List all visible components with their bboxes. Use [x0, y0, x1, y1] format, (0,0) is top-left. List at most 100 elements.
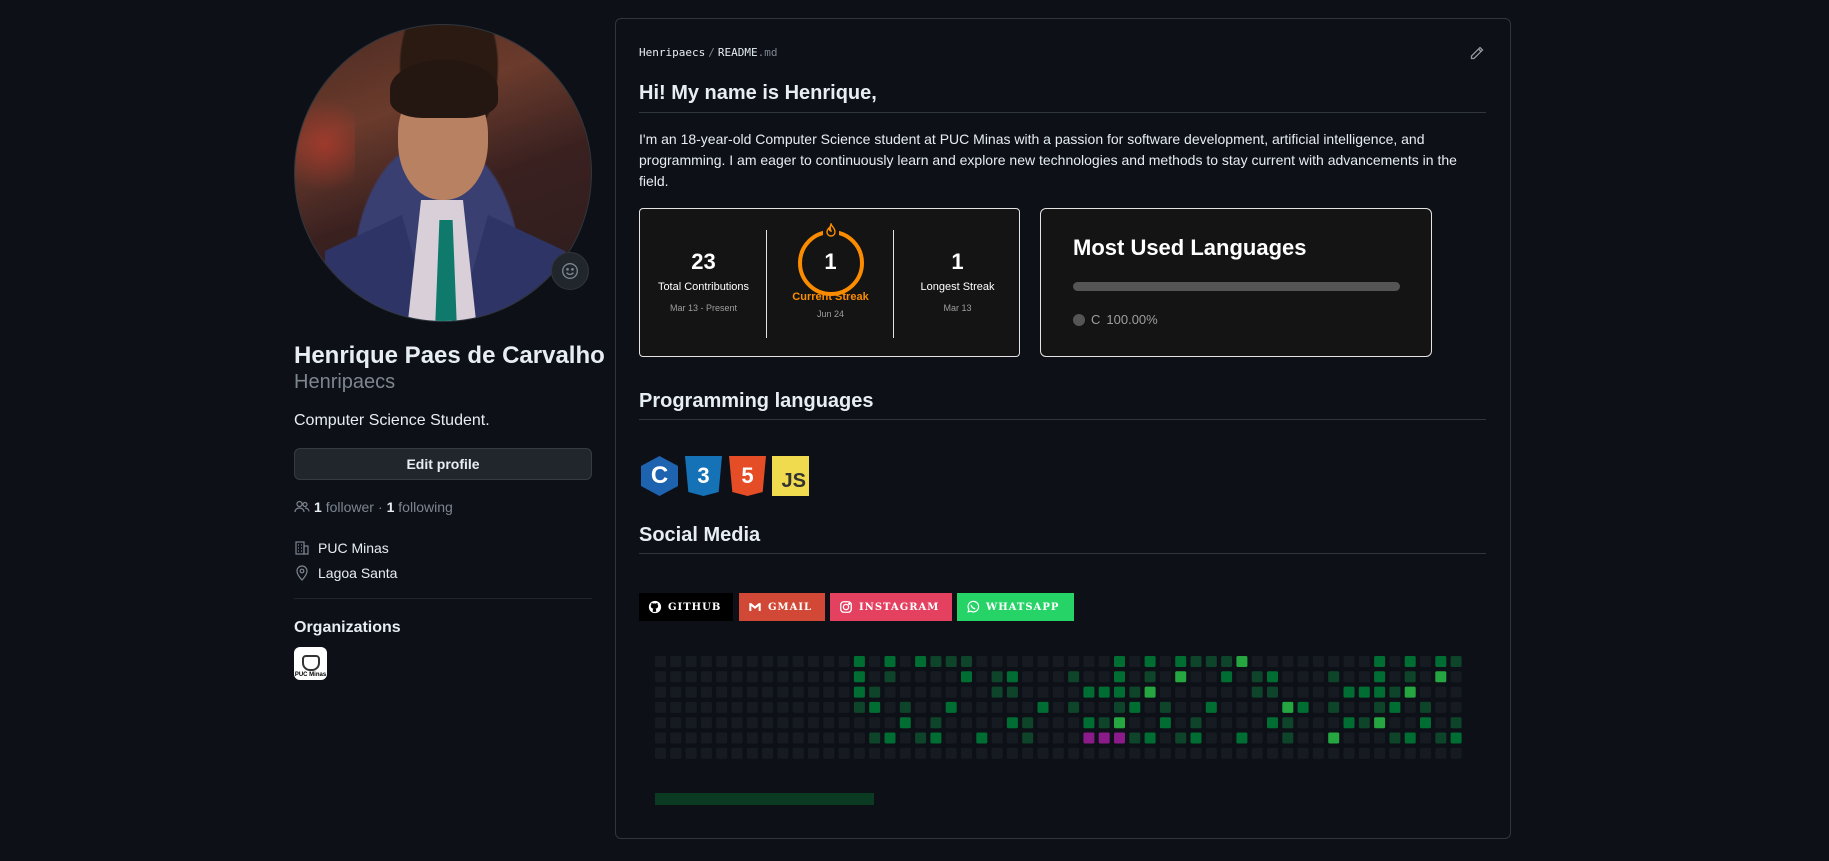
- contribution-cell: [1083, 732, 1095, 744]
- breadcrumb-file[interactable]: README: [718, 46, 758, 59]
- contribution-cell: [777, 717, 789, 729]
- people-icon: [294, 500, 310, 513]
- edit-readme-pencil-icon[interactable]: [1469, 45, 1485, 61]
- contribution-cell: [869, 671, 881, 683]
- contribution-cell: [1420, 747, 1431, 759]
- contribution-cell: [1159, 717, 1171, 729]
- contribution-cell: [930, 656, 942, 667]
- readme-heading: Hi! My name is Henrique,: [639, 82, 877, 104]
- contribution-cell: [1114, 717, 1125, 729]
- contribution-cell: [1282, 686, 1294, 698]
- contribution-cell: [1358, 717, 1370, 729]
- contribution-cell: [1068, 671, 1080, 683]
- contribution-cell: [792, 701, 804, 713]
- contribution-cell: [915, 701, 927, 713]
- contribution-cell: [808, 656, 819, 667]
- following-link[interactable]: 1 following: [387, 499, 453, 515]
- contribution-cell: [1374, 686, 1386, 698]
- contribution-cell: [1236, 732, 1248, 744]
- contribution-cell: [700, 656, 712, 667]
- contribution-cell: [1343, 701, 1355, 713]
- profile-avatar[interactable]: [294, 24, 592, 322]
- contribution-cell: [1404, 717, 1416, 729]
- location-icon: [296, 565, 308, 581]
- contribution-cell: [808, 747, 819, 759]
- contribution-cell: [808, 717, 819, 729]
- contribution-cell: [1374, 732, 1386, 744]
- contribution-cell: [1006, 747, 1018, 759]
- contribution-cell: [762, 732, 774, 744]
- profile-location: Lagoa Santa: [294, 565, 397, 581]
- contribution-cell: [1435, 671, 1447, 683]
- contribution-cell: [1450, 671, 1462, 683]
- social-media-heading: Social Media: [639, 524, 761, 546]
- contribution-cell: [1098, 732, 1110, 744]
- contribution-cell: [1052, 732, 1064, 744]
- contribution-cell: [1114, 747, 1125, 759]
- contribution-cell: [1282, 671, 1294, 683]
- sidebar-divider: [294, 598, 592, 599]
- contribution-cell: [1205, 656, 1217, 667]
- contribution-cell: [991, 686, 1003, 698]
- contribution-cell: [777, 701, 789, 713]
- contribution-cell: [1328, 717, 1340, 729]
- contribution-cell: [1358, 732, 1370, 744]
- contribution-cell: [1037, 701, 1049, 713]
- contribution-cell: [1435, 686, 1447, 698]
- contribution-cell: [1221, 686, 1233, 698]
- contribution-cell: [1098, 671, 1110, 683]
- contribution-cell: [746, 747, 758, 759]
- organizations-title: Organizations: [294, 619, 401, 636]
- contribution-cell: [1159, 732, 1171, 744]
- contribution-cell: [1282, 701, 1294, 713]
- contribution-cell: [1236, 671, 1248, 683]
- contribution-graph-image: [655, 656, 1462, 759]
- contribution-cell: [1022, 747, 1034, 759]
- contribution-cell: [1175, 671, 1187, 683]
- contribution-cell: [1435, 747, 1447, 759]
- set-status-button[interactable]: [551, 252, 589, 290]
- contribution-cell: [1159, 656, 1171, 667]
- whatsapp-icon: [967, 600, 980, 613]
- contribution-cell: [1420, 732, 1431, 744]
- github-icon: [648, 600, 662, 614]
- contribution-cell: [1175, 717, 1187, 729]
- contribution-cell: [762, 717, 774, 729]
- contribution-cell: [655, 671, 666, 683]
- contribution-cell: [808, 686, 819, 698]
- smiley-icon: [562, 263, 578, 279]
- followers-link[interactable]: 1 follower: [314, 499, 374, 515]
- contribution-cell: [1022, 701, 1034, 713]
- gmail-icon: [749, 603, 761, 611]
- contribution-cell: [1037, 732, 1049, 744]
- contribution-cell: [731, 686, 743, 698]
- contribution-cell: [700, 686, 712, 698]
- contribution-cell: [930, 732, 942, 744]
- contribution-cell: [1144, 656, 1156, 667]
- contribution-cell: [1358, 701, 1370, 713]
- contribution-cell: [1450, 717, 1462, 729]
- contribution-cell: [1190, 671, 1202, 683]
- contribution-cell: [1328, 656, 1340, 667]
- instagram-badge[interactable]: INSTAGRAM: [830, 593, 952, 621]
- contribution-cell: [915, 671, 927, 683]
- contribution-cell: [1251, 732, 1263, 744]
- edit-profile-button[interactable]: Edit profile: [294, 448, 592, 480]
- contribution-cell: [1159, 686, 1171, 698]
- contribution-cell: [731, 701, 743, 713]
- contribution-cell: [1251, 656, 1263, 667]
- org-avatar-puc-minas[interactable]: PUC Minas: [294, 647, 327, 680]
- github-badge[interactable]: GITHUB: [639, 593, 733, 621]
- contribution-cell: [899, 747, 911, 759]
- gmail-badge[interactable]: GMAIL: [739, 593, 825, 621]
- contribution-cell: [1068, 717, 1080, 729]
- contribution-cell: [1221, 701, 1233, 713]
- contribution-cell: [823, 686, 835, 698]
- contribution-cell: [838, 656, 850, 667]
- breadcrumb-user[interactable]: Henripaecs: [639, 46, 705, 59]
- contribution-cell: [1175, 732, 1187, 744]
- whatsapp-badge[interactable]: WHATSAPP: [957, 593, 1074, 621]
- org-logo-text: PUC Minas: [294, 672, 327, 678]
- contribution-cell: [1052, 701, 1064, 713]
- contribution-cell: [1389, 732, 1401, 744]
